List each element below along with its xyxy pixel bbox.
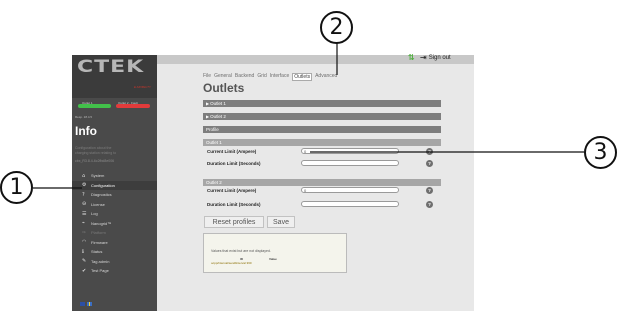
callout-lines xyxy=(33,43,584,189)
callout-2: 2 xyxy=(320,11,353,44)
callout-1: 1 xyxy=(0,171,33,204)
callout-3: 3 xyxy=(584,136,617,169)
